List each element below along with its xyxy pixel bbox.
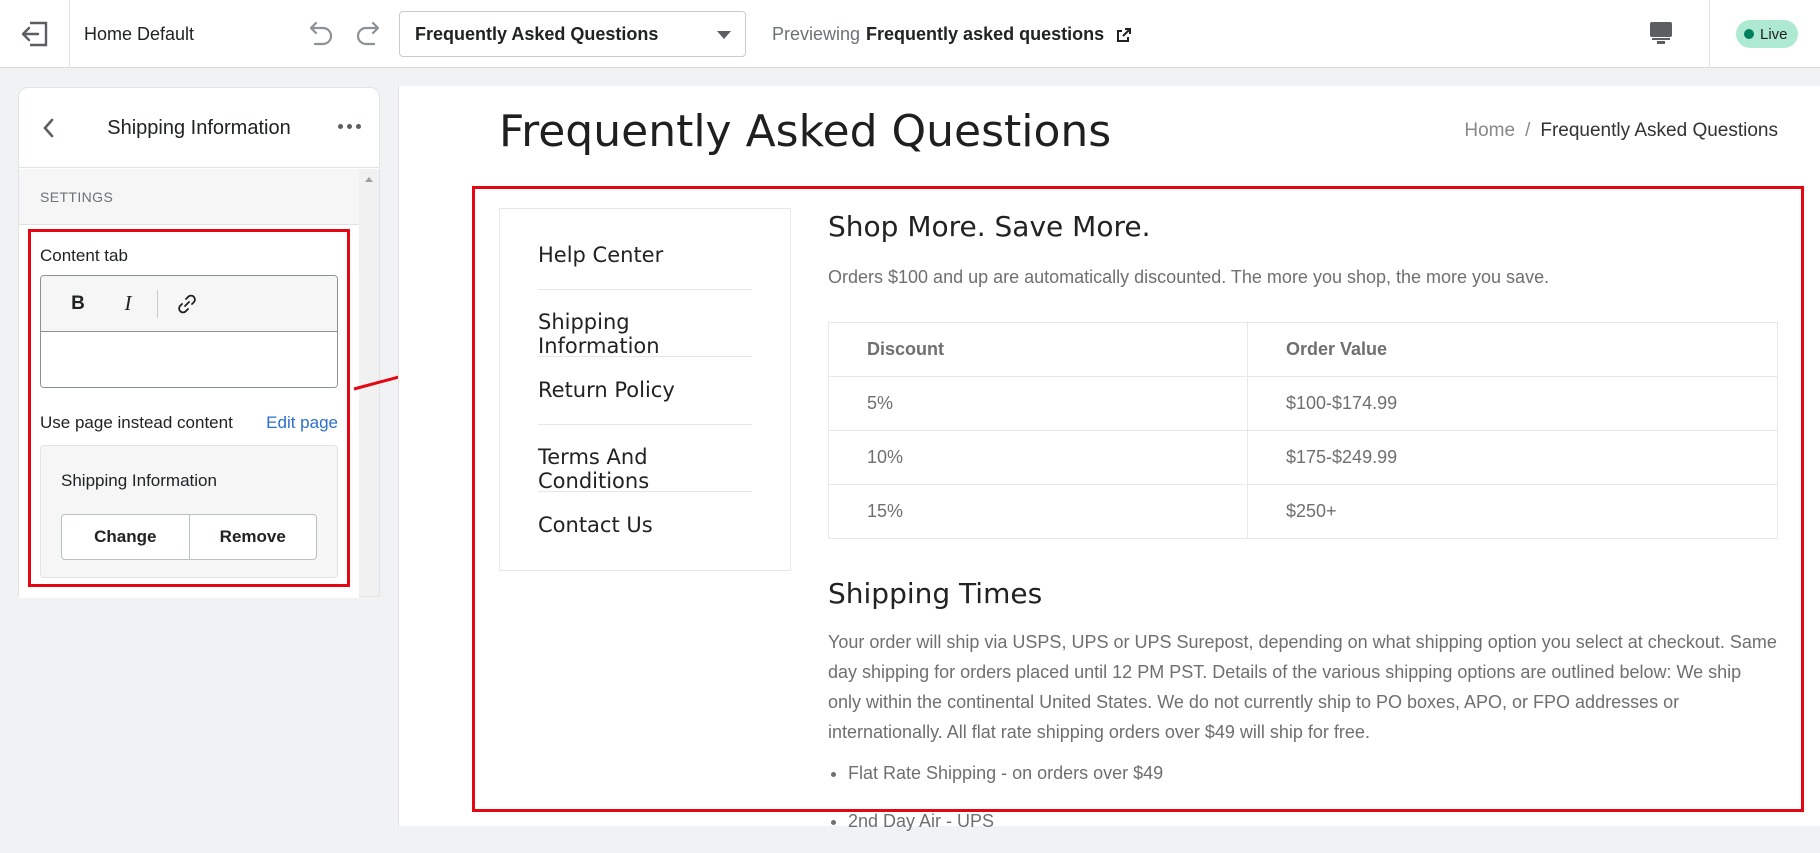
- list-item: 2nd Day Air - UPS: [848, 805, 1748, 853]
- undo-icon: [309, 21, 333, 46]
- previewing-page-link[interactable]: Frequently asked questions: [866, 24, 1104, 45]
- redo-icon: [356, 21, 380, 46]
- exit-icon: [21, 21, 47, 47]
- breadcrumb-separator: /: [1525, 120, 1531, 141]
- more-options-icon[interactable]: [338, 124, 361, 129]
- sidebar-title: Shipping Information: [107, 117, 291, 139]
- page-select[interactable]: Frequently Asked Questions: [399, 11, 746, 57]
- theme-name: Home Default: [84, 24, 195, 44]
- status-badge: Live: [1736, 20, 1798, 48]
- breadcrumb: Home / Frequently Asked Questions: [1464, 120, 1778, 142]
- page-title: Frequently Asked Questions: [499, 106, 1112, 157]
- status-badge-label: Live: [1760, 25, 1788, 43]
- previewing-label: Previewing: [772, 24, 861, 44]
- chevron-down-icon: [717, 31, 731, 39]
- redo-button[interactable]: [352, 18, 384, 50]
- scroll-up-icon[interactable]: [365, 177, 373, 182]
- exit-button[interactable]: [0, 0, 70, 68]
- sidebar-header: Shipping Information: [19, 88, 379, 168]
- topbar-divider: [1709, 0, 1710, 68]
- live-dot-icon: [1744, 29, 1754, 39]
- settings-section-header: SETTINGS: [19, 169, 359, 225]
- highlight-box-preview: [472, 186, 1804, 812]
- breadcrumb-current: Frequently Asked Questions: [1540, 120, 1778, 141]
- editor-topbar: Home Default Frequently Asked Questions …: [0, 0, 1820, 68]
- preview-indicator: Previewing Frequently asked questions: [772, 24, 1132, 45]
- settings-label: SETTINGS: [40, 189, 114, 205]
- breadcrumb-home[interactable]: Home: [1464, 120, 1515, 142]
- desktop-view-icon[interactable]: [1648, 20, 1674, 46]
- external-link-icon[interactable]: [1116, 27, 1132, 43]
- page-select-value: Frequently Asked Questions: [415, 23, 659, 44]
- undo-button[interactable]: [305, 18, 337, 50]
- highlight-box-settings: [28, 229, 350, 587]
